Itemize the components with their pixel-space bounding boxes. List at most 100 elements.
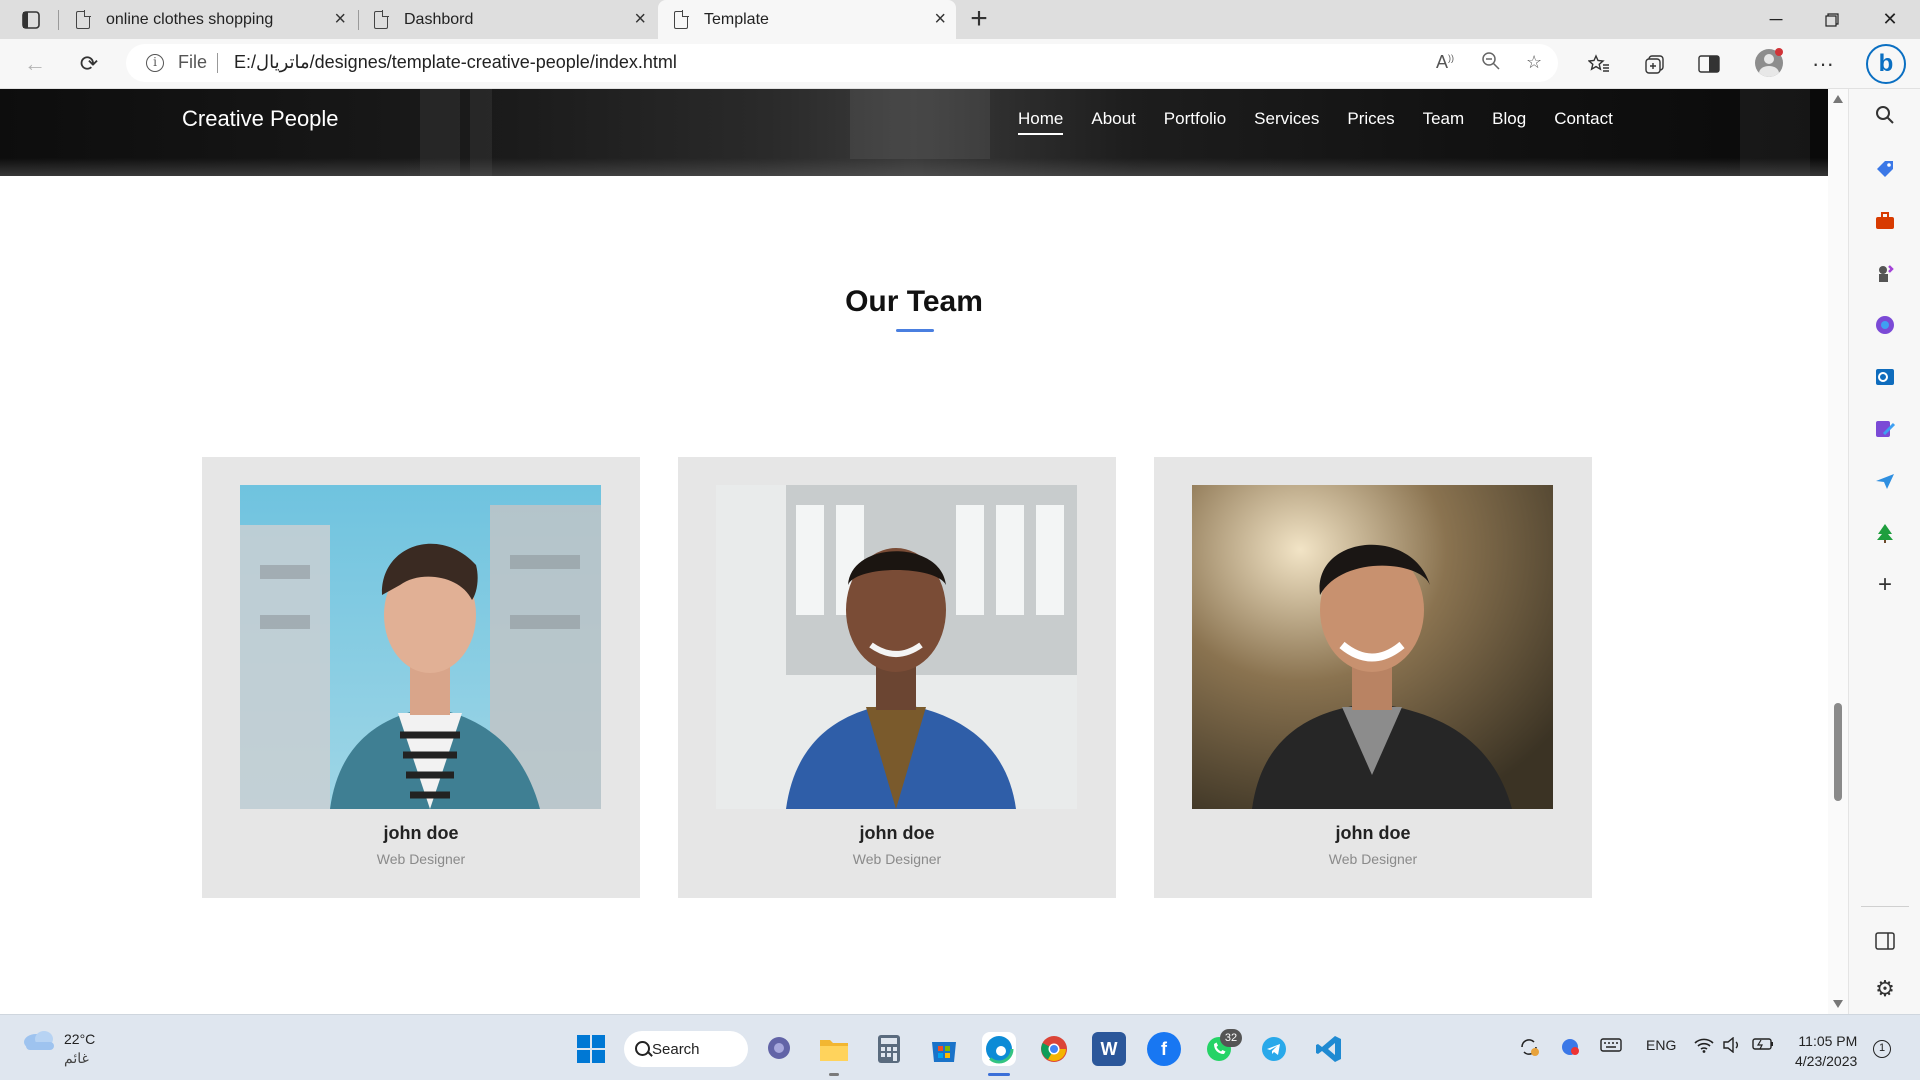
keyboard-icon[interactable] <box>1600 1037 1622 1056</box>
team-member-role: Web Designer <box>852 851 942 867</box>
tray-app-icon[interactable] <box>1560 1037 1582 1060</box>
close-icon[interactable]: × <box>934 9 946 29</box>
nav-home[interactable]: Home <box>1018 109 1064 135</box>
tab-template[interactable]: Template × <box>658 0 956 39</box>
team-member-name: john doe <box>383 823 459 843</box>
tab-title: Dashbord <box>404 10 474 28</box>
title-underline <box>896 329 934 332</box>
whatsapp-badge: 32 <box>1220 1029 1242 1047</box>
nav-services[interactable]: Services <box>1254 109 1319 135</box>
tab-actions-icon[interactable] <box>14 8 48 32</box>
minimize-button[interactable]: ─ <box>1748 0 1804 39</box>
nav-team[interactable]: Team <box>1423 109 1465 135</box>
teams-chat-icon[interactable] <box>762 1032 796 1066</box>
url-text[interactable]: E:/ماتريال/designes/template-creative-pe… <box>234 52 677 73</box>
facebook-icon[interactable]: f <box>1147 1032 1181 1066</box>
tab-dashbord[interactable]: Dashbord × <box>358 0 656 39</box>
browser-tab-strip: online clothes shopping × Dashbord × Tem… <box>0 0 1920 39</box>
battery-icon[interactable] <box>1752 1037 1774 1054</box>
telegram-icon[interactable] <box>1257 1032 1291 1066</box>
page-icon <box>374 9 389 29</box>
back-arrow-icon[interactable]: ← <box>18 48 52 80</box>
sidebar-panel-icon[interactable] <box>1873 929 1897 953</box>
windows-start-icon[interactable] <box>574 1032 608 1066</box>
team-member-role: Web Designer <box>376 851 466 867</box>
language-indicator[interactable]: ENG <box>1646 1037 1676 1053</box>
scroll-down-arrow-icon[interactable] <box>1833 1000 1843 1008</box>
split-screen-icon[interactable] <box>1692 48 1726 80</box>
microsoft-365-icon[interactable] <box>1873 313 1897 337</box>
edge-sidebar: + ⚙ <box>1848 89 1920 1014</box>
nav-about[interactable]: About <box>1091 109 1135 135</box>
outlook-icon[interactable] <box>1873 365 1897 389</box>
notification-count[interactable]: 1 <box>1873 1040 1891 1058</box>
close-window-button[interactable]: ✕ <box>1862 0 1918 39</box>
new-tab-button[interactable]: + <box>964 4 994 34</box>
vscode-icon[interactable] <box>1312 1032 1346 1066</box>
send-plane-icon[interactable] <box>1873 469 1897 493</box>
browser-toolbar: ← ⟳ i File E:/ماتريال/designes/template-… <box>0 39 1920 89</box>
team-member-name: john doe <box>1335 823 1411 843</box>
zoom-out-icon[interactable] <box>1482 52 1500 75</box>
close-icon[interactable]: × <box>334 9 346 29</box>
site-brand[interactable]: Creative People <box>182 106 339 132</box>
bing-copilot-icon[interactable]: b <box>1866 44 1906 84</box>
games-chess-icon[interactable] <box>1873 261 1897 285</box>
scroll-thumb[interactable] <box>1834 703 1842 801</box>
tab-title: online clothes shopping <box>106 10 274 28</box>
volume-icon[interactable] <box>1722 1036 1742 1056</box>
close-icon[interactable]: × <box>634 9 646 29</box>
chrome-icon[interactable] <box>1037 1032 1071 1066</box>
designer-icon[interactable] <box>1873 417 1897 441</box>
weather-temperature[interactable]: 22°C <box>64 1031 95 1047</box>
file-explorer-icon[interactable] <box>817 1032 851 1066</box>
page-icon <box>674 9 689 29</box>
shopping-tag-icon[interactable] <box>1873 157 1897 181</box>
team-card: john doe Web Designer <box>678 457 1116 898</box>
favorite-star-icon[interactable]: ☆ <box>1526 52 1542 73</box>
edge-browser-icon[interactable] <box>982 1032 1016 1066</box>
taskbar-search-button[interactable]: Search <box>624 1031 748 1067</box>
team-card: john doe Web Designer <box>202 457 640 898</box>
scroll-up-arrow-icon[interactable] <box>1833 95 1843 103</box>
restore-button[interactable] <box>1804 0 1860 39</box>
collections-icon[interactable] <box>1638 48 1672 80</box>
add-icon[interactable]: + <box>1873 571 1897 598</box>
nav-blog[interactable]: Blog <box>1492 109 1526 135</box>
team-member-photo <box>716 485 1077 809</box>
refresh-icon[interactable]: ⟳ <box>72 48 106 80</box>
tab-title: Template <box>704 10 769 28</box>
system-clock[interactable]: 11:05 PM 4/23/2023 <box>1795 1031 1857 1071</box>
nav-portfolio[interactable]: Portfolio <box>1164 109 1226 135</box>
profile-notification-dot <box>1775 48 1783 56</box>
site-header: Creative People Home About Portfolio Ser… <box>0 89 1828 176</box>
clock-date: 4/23/2023 <box>1795 1053 1858 1069</box>
site-nav: Home About Portfolio Services Prices Tea… <box>1018 109 1613 135</box>
microsoft-store-icon[interactable] <box>927 1032 961 1066</box>
weather-condition[interactable]: غائم <box>64 1050 89 1067</box>
wifi-icon[interactable] <box>1694 1037 1714 1056</box>
cloud-weather-icon[interactable] <box>22 1029 56 1051</box>
team-member-name: john doe <box>859 823 935 843</box>
calculator-icon[interactable] <box>872 1032 906 1066</box>
favorites-icon[interactable] <box>1582 48 1616 80</box>
settings-gear-icon[interactable]: ⚙ <box>1873 976 1897 1001</box>
windows-taskbar: 22°C غائم Search W f 32 ENG 11:05 PM 4/2… <box>0 1014 1920 1080</box>
page-icon <box>76 9 91 29</box>
page-scrollbar[interactable] <box>1828 89 1848 1014</box>
tools-briefcase-icon[interactable] <box>1873 209 1897 233</box>
section-title: Our Team <box>845 285 983 318</box>
info-icon[interactable]: i <box>146 54 164 72</box>
read-aloud-icon[interactable]: A)) <box>1436 52 1454 73</box>
tab-online-clothes-shopping[interactable]: online clothes shopping × <box>60 0 356 39</box>
word-icon[interactable]: W <box>1092 1032 1126 1066</box>
nav-prices[interactable]: Prices <box>1347 109 1394 135</box>
nav-contact[interactable]: Contact <box>1554 109 1613 135</box>
search-icon[interactable] <box>1873 103 1897 127</box>
sync-icon[interactable] <box>1518 1037 1540 1060</box>
more-options-icon[interactable]: ··· <box>1806 48 1840 80</box>
address-bar[interactable]: i File E:/ماتريال/designes/template-crea… <box>126 44 1558 82</box>
clock-time: 11:05 PM <box>1798 1033 1858 1049</box>
team-card: john doe Web Designer <box>1154 457 1592 898</box>
tree-icon[interactable] <box>1873 521 1897 545</box>
